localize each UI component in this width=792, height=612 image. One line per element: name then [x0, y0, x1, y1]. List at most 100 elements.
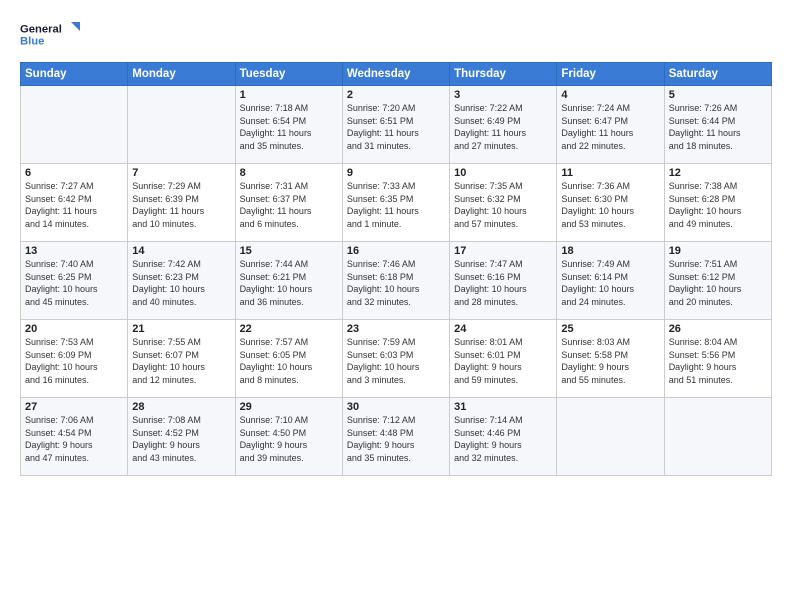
day-number: 5 [669, 89, 767, 101]
day-info: Sunrise: 7:20 AM Sunset: 6:51 PM Dayligh… [347, 102, 445, 152]
day-number: 8 [240, 167, 338, 179]
calendar-cell: 14Sunrise: 7:42 AM Sunset: 6:23 PM Dayli… [128, 242, 235, 320]
day-number: 13 [25, 245, 123, 257]
day-number: 16 [347, 245, 445, 257]
weekday-header-tuesday: Tuesday [235, 63, 342, 86]
day-info: Sunrise: 7:57 AM Sunset: 6:05 PM Dayligh… [240, 336, 338, 386]
weekday-header-sunday: Sunday [21, 63, 128, 86]
day-info: Sunrise: 7:55 AM Sunset: 6:07 PM Dayligh… [132, 336, 230, 386]
day-info: Sunrise: 7:44 AM Sunset: 6:21 PM Dayligh… [240, 258, 338, 308]
day-info: Sunrise: 7:12 AM Sunset: 4:48 PM Dayligh… [347, 414, 445, 464]
weekday-header-wednesday: Wednesday [342, 63, 449, 86]
day-info: Sunrise: 7:26 AM Sunset: 6:44 PM Dayligh… [669, 102, 767, 152]
calendar-week-1: 1Sunrise: 7:18 AM Sunset: 6:54 PM Daylig… [21, 86, 772, 164]
day-info: Sunrise: 7:42 AM Sunset: 6:23 PM Dayligh… [132, 258, 230, 308]
calendar-cell: 24Sunrise: 8:01 AM Sunset: 6:01 PM Dayli… [450, 320, 557, 398]
calendar-cell: 6Sunrise: 7:27 AM Sunset: 6:42 PM Daylig… [21, 164, 128, 242]
day-number: 20 [25, 323, 123, 335]
calendar-header: SundayMondayTuesdayWednesdayThursdayFrid… [21, 63, 772, 86]
day-info: Sunrise: 7:18 AM Sunset: 6:54 PM Dayligh… [240, 102, 338, 152]
day-info: Sunrise: 7:31 AM Sunset: 6:37 PM Dayligh… [240, 180, 338, 230]
day-number: 7 [132, 167, 230, 179]
calendar-week-5: 27Sunrise: 7:06 AM Sunset: 4:54 PM Dayli… [21, 398, 772, 476]
day-info: Sunrise: 7:24 AM Sunset: 6:47 PM Dayligh… [561, 102, 659, 152]
day-number: 11 [561, 167, 659, 179]
calendar-cell: 10Sunrise: 7:35 AM Sunset: 6:32 PM Dayli… [450, 164, 557, 242]
weekday-header-friday: Friday [557, 63, 664, 86]
calendar-cell: 1Sunrise: 7:18 AM Sunset: 6:54 PM Daylig… [235, 86, 342, 164]
day-number: 23 [347, 323, 445, 335]
day-number: 12 [669, 167, 767, 179]
day-number: 14 [132, 245, 230, 257]
calendar-cell: 19Sunrise: 7:51 AM Sunset: 6:12 PM Dayli… [664, 242, 771, 320]
calendar-cell: 2Sunrise: 7:20 AM Sunset: 6:51 PM Daylig… [342, 86, 449, 164]
day-info: Sunrise: 8:04 AM Sunset: 5:56 PM Dayligh… [669, 336, 767, 386]
day-number: 18 [561, 245, 659, 257]
calendar-week-4: 20Sunrise: 7:53 AM Sunset: 6:09 PM Dayli… [21, 320, 772, 398]
logo: General Blue [20, 16, 80, 52]
calendar-table: SundayMondayTuesdayWednesdayThursdayFrid… [20, 62, 772, 476]
day-info: Sunrise: 7:35 AM Sunset: 6:32 PM Dayligh… [454, 180, 552, 230]
calendar-cell: 5Sunrise: 7:26 AM Sunset: 6:44 PM Daylig… [664, 86, 771, 164]
day-info: Sunrise: 7:22 AM Sunset: 6:49 PM Dayligh… [454, 102, 552, 152]
weekday-header-thursday: Thursday [450, 63, 557, 86]
day-number: 19 [669, 245, 767, 257]
calendar-cell [128, 86, 235, 164]
calendar-cell: 16Sunrise: 7:46 AM Sunset: 6:18 PM Dayli… [342, 242, 449, 320]
calendar-cell: 31Sunrise: 7:14 AM Sunset: 4:46 PM Dayli… [450, 398, 557, 476]
calendar-cell: 12Sunrise: 7:38 AM Sunset: 6:28 PM Dayli… [664, 164, 771, 242]
day-number: 15 [240, 245, 338, 257]
calendar-cell: 27Sunrise: 7:06 AM Sunset: 4:54 PM Dayli… [21, 398, 128, 476]
calendar-cell: 7Sunrise: 7:29 AM Sunset: 6:39 PM Daylig… [128, 164, 235, 242]
calendar-cell: 28Sunrise: 7:08 AM Sunset: 4:52 PM Dayli… [128, 398, 235, 476]
calendar-cell: 26Sunrise: 8:04 AM Sunset: 5:56 PM Dayli… [664, 320, 771, 398]
day-info: Sunrise: 7:27 AM Sunset: 6:42 PM Dayligh… [25, 180, 123, 230]
day-number: 4 [561, 89, 659, 101]
calendar-cell: 4Sunrise: 7:24 AM Sunset: 6:47 PM Daylig… [557, 86, 664, 164]
day-number: 31 [454, 401, 552, 413]
day-info: Sunrise: 7:40 AM Sunset: 6:25 PM Dayligh… [25, 258, 123, 308]
svg-text:General: General [20, 24, 62, 36]
calendar-cell: 18Sunrise: 7:49 AM Sunset: 6:14 PM Dayli… [557, 242, 664, 320]
calendar-cell: 11Sunrise: 7:36 AM Sunset: 6:30 PM Dayli… [557, 164, 664, 242]
day-info: Sunrise: 8:01 AM Sunset: 6:01 PM Dayligh… [454, 336, 552, 386]
day-info: Sunrise: 7:59 AM Sunset: 6:03 PM Dayligh… [347, 336, 445, 386]
day-info: Sunrise: 7:49 AM Sunset: 6:14 PM Dayligh… [561, 258, 659, 308]
day-info: Sunrise: 8:03 AM Sunset: 5:58 PM Dayligh… [561, 336, 659, 386]
day-number: 1 [240, 89, 338, 101]
calendar-cell [557, 398, 664, 476]
calendar-cell: 3Sunrise: 7:22 AM Sunset: 6:49 PM Daylig… [450, 86, 557, 164]
day-number: 17 [454, 245, 552, 257]
day-info: Sunrise: 7:06 AM Sunset: 4:54 PM Dayligh… [25, 414, 123, 464]
calendar-cell: 23Sunrise: 7:59 AM Sunset: 6:03 PM Dayli… [342, 320, 449, 398]
day-info: Sunrise: 7:47 AM Sunset: 6:16 PM Dayligh… [454, 258, 552, 308]
weekday-header-monday: Monday [128, 63, 235, 86]
day-info: Sunrise: 7:33 AM Sunset: 6:35 PM Dayligh… [347, 180, 445, 230]
calendar-cell: 25Sunrise: 8:03 AM Sunset: 5:58 PM Dayli… [557, 320, 664, 398]
day-info: Sunrise: 7:38 AM Sunset: 6:28 PM Dayligh… [669, 180, 767, 230]
calendar-cell: 20Sunrise: 7:53 AM Sunset: 6:09 PM Dayli… [21, 320, 128, 398]
day-info: Sunrise: 7:08 AM Sunset: 4:52 PM Dayligh… [132, 414, 230, 464]
day-info: Sunrise: 7:10 AM Sunset: 4:50 PM Dayligh… [240, 414, 338, 464]
day-number: 25 [561, 323, 659, 335]
calendar-cell [21, 86, 128, 164]
calendar-week-2: 6Sunrise: 7:27 AM Sunset: 6:42 PM Daylig… [21, 164, 772, 242]
day-info: Sunrise: 7:51 AM Sunset: 6:12 PM Dayligh… [669, 258, 767, 308]
day-number: 27 [25, 401, 123, 413]
calendar-cell: 13Sunrise: 7:40 AM Sunset: 6:25 PM Dayli… [21, 242, 128, 320]
day-number: 22 [240, 323, 338, 335]
calendar-cell: 30Sunrise: 7:12 AM Sunset: 4:48 PM Dayli… [342, 398, 449, 476]
logo-svg: General Blue [20, 16, 80, 52]
calendar-cell [664, 398, 771, 476]
svg-text:Blue: Blue [20, 36, 44, 48]
day-number: 28 [132, 401, 230, 413]
day-number: 3 [454, 89, 552, 101]
day-number: 29 [240, 401, 338, 413]
calendar-cell: 29Sunrise: 7:10 AM Sunset: 4:50 PM Dayli… [235, 398, 342, 476]
day-number: 24 [454, 323, 552, 335]
day-info: Sunrise: 7:46 AM Sunset: 6:18 PM Dayligh… [347, 258, 445, 308]
day-number: 9 [347, 167, 445, 179]
day-number: 2 [347, 89, 445, 101]
day-number: 21 [132, 323, 230, 335]
calendar-cell: 17Sunrise: 7:47 AM Sunset: 6:16 PM Dayli… [450, 242, 557, 320]
